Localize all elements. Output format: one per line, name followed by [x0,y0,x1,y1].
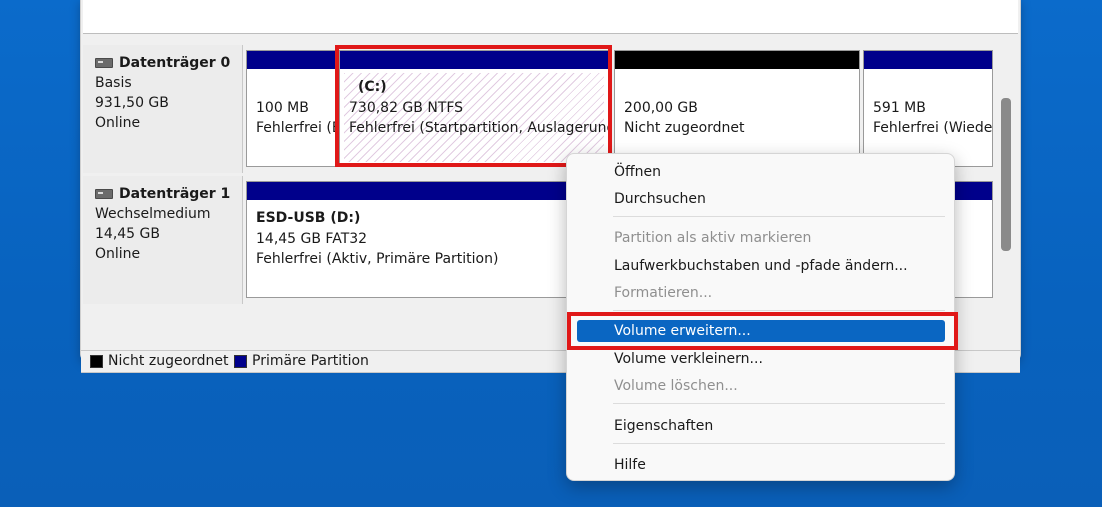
volume-list-pane[interactable] [83,0,1018,34]
partition-name: (C:) [358,79,387,95]
disk-drive-icon [95,189,113,199]
partition-status: Fehlerfrei (E [256,120,336,136]
legend-swatch [234,355,247,368]
context-menu: Öffnen Durchsuchen Partition als aktiv m… [566,153,955,481]
partition-size: 591 MB [873,100,926,116]
partition-bar [247,51,335,69]
partition-status: Fehlerfrei (Aktiv, Primäre Partition) [256,251,499,267]
menu-item-properties[interactable]: Eigenschaften [577,415,945,437]
partition-bar [340,51,608,69]
disk-1-title: Datenträger 1 [119,186,231,202]
partition-recovery-100mb[interactable]: 100 MB Fehlerfrei (E [246,50,336,167]
partition-size: 200,00 GB [624,100,698,116]
legend-swatch [90,355,103,368]
partition-size: 730,82 GB NTFS [349,100,464,116]
menu-item-extend-volume[interactable]: Volume erweitern... [577,320,945,342]
legend-item-primary: Primäre Partition [234,351,369,372]
disk-0-status: Online [95,115,141,131]
menu-item-open[interactable]: Öffnen [577,161,945,183]
menu-item-change-drive-letter[interactable]: Laufwerkbuchstaben und -pfade ändern... [577,255,945,277]
partition-status: Fehlerfrei (Wiede [873,120,993,136]
vertical-scrollbar-thumb[interactable] [1001,98,1011,251]
partition-bar [615,51,859,69]
menu-separator [613,403,945,404]
menu-separator [613,443,945,444]
partition-name: ESD-USB (D:) [256,210,361,226]
partition-size: 14,45 GB FAT32 [256,231,368,247]
disk-0-title: Datenträger 0 [119,55,231,71]
disk-1-type: Wechselmedium [95,206,211,222]
disk-0-size: 931,50 GB [95,95,169,111]
disk-0-label[interactable]: Datenträger 0 Basis 931,50 GB Online [83,45,243,173]
legend-label: Primäre Partition [252,353,369,369]
disk-1-size: 14,45 GB [95,226,160,242]
partition-status: Nicht zugeordnet [624,120,745,136]
legend-label: Nicht zugeordnet [108,353,229,369]
menu-item-format[interactable]: Formatieren... [577,282,945,304]
partition-c-drive[interactable]: (C:) 730,82 GB NTFS Fehlerfrei (Startpar… [339,50,609,167]
partition-bar [864,51,992,69]
disk-0-type: Basis [95,75,132,91]
menu-separator [613,310,945,311]
disk-drive-icon [95,58,113,68]
menu-item-browse[interactable]: Durchsuchen [577,188,945,210]
partition-status: Fehlerfrei (Startpartition, Auslagerungs [349,120,609,136]
disk-1-label[interactable]: Datenträger 1 Wechselmedium 14,45 GB Onl… [83,176,243,304]
menu-item-delete-volume[interactable]: Volume löschen... [577,375,945,397]
legend-item-unallocated: Nicht zugeordnet [90,351,229,372]
menu-item-mark-active[interactable]: Partition als aktiv markieren [577,227,945,249]
menu-item-help[interactable]: Hilfe [577,454,945,476]
partition-size: 100 MB [256,100,309,116]
menu-item-shrink-volume[interactable]: Volume verkleinern... [577,348,945,370]
disk-1-status: Online [95,246,141,262]
menu-separator [613,216,945,217]
partition-unallocated[interactable]: 200,00 GB Nicht zugeordnet [614,50,860,167]
partition-recovery-591mb[interactable]: 591 MB Fehlerfrei (Wiede [863,50,993,167]
